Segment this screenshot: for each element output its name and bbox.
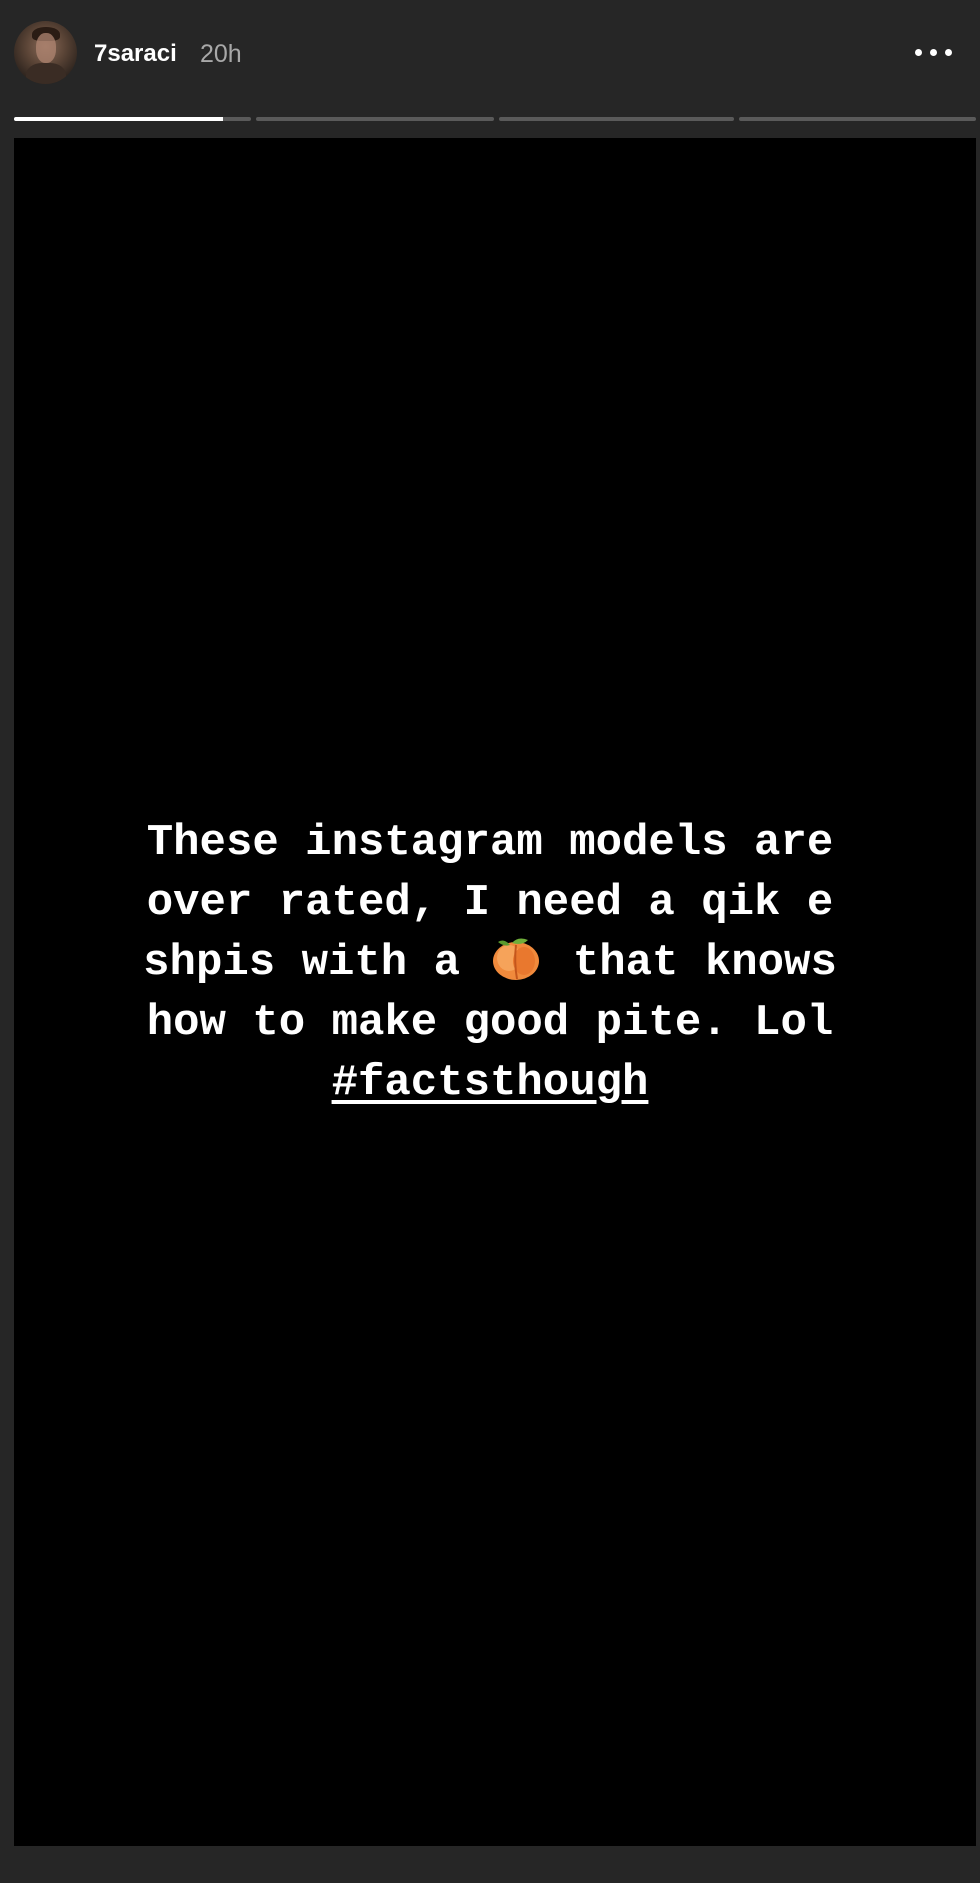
progress-fill xyxy=(14,117,223,121)
caption-line-2: over rated, I need a qik e xyxy=(146,878,834,928)
username-link[interactable]: 7saraci xyxy=(94,40,177,68)
progress-segment-3 xyxy=(499,117,734,121)
caption-line-4: how to make good pite. Lol xyxy=(146,998,834,1048)
post-time: 20h xyxy=(200,40,242,68)
more-options-button[interactable] xyxy=(913,40,961,64)
peach-emoji-icon xyxy=(493,938,540,980)
avatar-face xyxy=(36,33,56,63)
story-header: 7saraci 20h xyxy=(0,0,980,112)
story-caption: These instagram models are over rated, I… xyxy=(0,813,980,1113)
caption-line-3: shpis with a that knows xyxy=(0,933,980,993)
story-viewer: 7saraci 20h These instagram models are o… xyxy=(0,0,980,1883)
more-horizontal-icon xyxy=(930,49,937,56)
progress-segment-4 xyxy=(739,117,976,121)
avatar-body xyxy=(26,63,66,84)
caption-line-3-suffix: that knows xyxy=(572,938,837,988)
progress-segment-1 xyxy=(14,117,251,121)
hashtag-link[interactable]: #factsthough xyxy=(332,1058,649,1108)
more-horizontal-icon xyxy=(915,49,922,56)
caption-line-3-prefix: shpis with a xyxy=(143,938,460,988)
progress-segment-2 xyxy=(256,117,494,121)
caption-line-1: These instagram models are xyxy=(146,818,834,868)
more-horizontal-icon xyxy=(945,49,952,56)
avatar[interactable] xyxy=(14,21,77,84)
